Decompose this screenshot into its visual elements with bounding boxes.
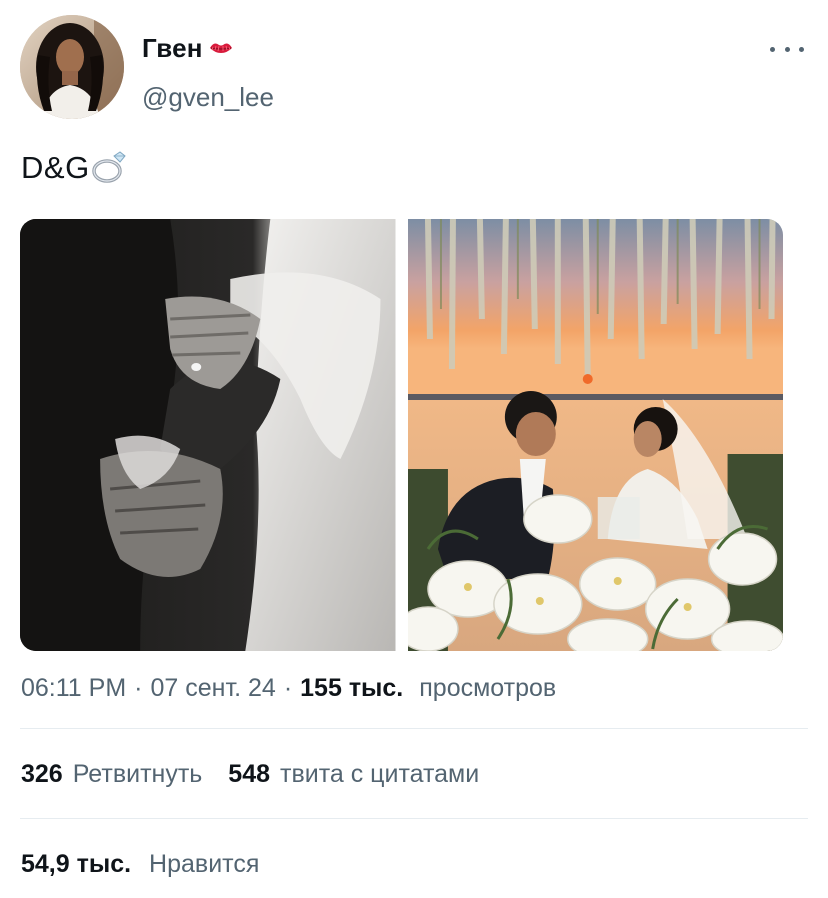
more-options-button[interactable]: [770, 38, 804, 60]
retweets-count: 326: [21, 760, 63, 788]
engagement-stats: 326 Ретвитнуть 548 твита с цитатами: [21, 760, 479, 789]
tweet-text-content: D&G: [21, 150, 90, 185]
meta-separator: ·: [134, 674, 143, 702]
divider: [20, 818, 808, 819]
quotes-count: 548: [228, 760, 271, 788]
avatar[interactable]: [20, 15, 124, 119]
quotes-label: твита с цитатами: [280, 760, 480, 788]
divider: [20, 728, 808, 729]
retweets-stat[interactable]: 326 Ретвитнуть: [21, 760, 202, 789]
views-count: 155 тыс.: [300, 674, 404, 702]
likes-label: Нравится: [149, 850, 260, 878]
tweet-meta: 06:11 PM · 07 сент. 24 · 155 тыс. просмо…: [21, 674, 556, 703]
likes-stat[interactable]: 54,9 тыс. Нравится: [21, 850, 259, 879]
photo-hands-image: [20, 219, 396, 651]
ring-icon: [91, 151, 126, 183]
views-label: просмотров: [419, 674, 557, 702]
photo-hands-black-and-white[interactable]: [20, 219, 396, 651]
more-horizontal-icon: [770, 46, 775, 52]
more-horizontal-icon-dot: [799, 46, 804, 52]
kiss-mark-icon: [209, 43, 232, 53]
tweet-time[interactable]: 06:11 PM: [21, 674, 126, 703]
retweets-label: Ретвитнуть: [72, 760, 203, 788]
likes-count: 54,9 тыс.: [21, 850, 132, 878]
author-display-name[interactable]: Гвен: [142, 33, 203, 64]
avatar-photo: [20, 15, 124, 119]
author-name-row[interactable]: Гвен: [142, 33, 235, 64]
meta-separator: ·: [283, 674, 293, 702]
tweet-text: D&G: [21, 150, 128, 186]
tweet-date[interactable]: 07 сент. 24: [150, 674, 275, 703]
photo-sunset-image: [407, 219, 783, 651]
author-handle[interactable]: @gven_lee: [142, 82, 274, 113]
photo-couple-at-sunset[interactable]: [407, 219, 783, 651]
quotes-stat[interactable]: 548 твита с цитатами: [228, 760, 479, 789]
tweet-detail: Гвен @gven_lee D&G 06:11 PM · 07 сент. 2…: [0, 0, 828, 898]
more-horizontal-icon-dot: [784, 46, 790, 52]
tweet-media: [20, 219, 783, 651]
